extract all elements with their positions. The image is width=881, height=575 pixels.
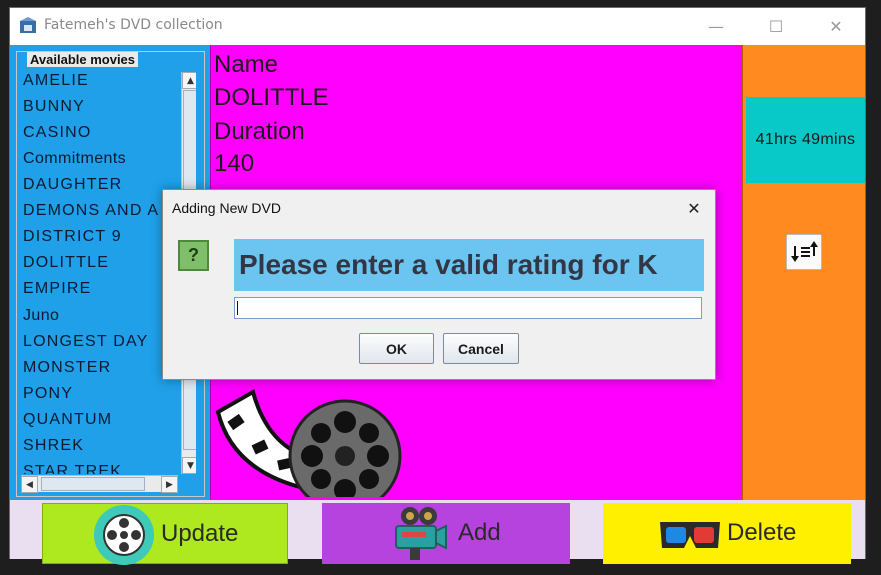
list-item[interactable]: PONY <box>23 385 73 403</box>
list-legend: Available movies <box>27 52 139 67</box>
film-reel-icon <box>94 505 154 565</box>
dialog-close-button[interactable]: ✕ <box>679 195 709 221</box>
text-caret <box>237 301 238 315</box>
list-item[interactable]: MONSTER <box>23 359 111 377</box>
scroll-thumb[interactable] <box>41 477 145 491</box>
total-duration: 41hrs 49mins <box>746 97 865 183</box>
scroll-right-icon[interactable]: ▶ <box>161 476 178 493</box>
dvd-app-icon <box>20 17 36 33</box>
duration-label: Duration <box>214 118 305 145</box>
list-item[interactable]: Juno <box>23 307 59 325</box>
add-dvd-dialog: Adding New DVD ✕ ? Please enter a valid … <box>162 189 716 380</box>
scroll-up-icon[interactable]: ▲ <box>182 72 196 89</box>
scroll-down-icon[interactable]: ▼ <box>182 457 196 474</box>
cancel-button[interactable]: Cancel <box>443 333 519 364</box>
list-item[interactable]: LONGEST DAY <box>23 333 149 351</box>
window-title: Fatemeh's DVD collection <box>44 17 223 33</box>
rating-input[interactable] <box>234 297 702 319</box>
3d-glasses-icon <box>660 522 720 548</box>
list-item[interactable]: Commitments <box>23 150 126 168</box>
delete-label: Delete <box>727 519 797 546</box>
list-item[interactable]: EMPIRE <box>23 280 92 298</box>
list-item[interactable]: BUNNY <box>23 98 85 116</box>
sort-button[interactable] <box>786 234 822 270</box>
list-item[interactable]: SHREK <box>23 437 84 455</box>
add-label: Add <box>458 519 501 546</box>
list-item[interactable]: QUANTUM <box>23 411 112 429</box>
list-item[interactable]: STAR TREK <box>23 463 122 474</box>
update-label: Update <box>161 520 239 547</box>
list-horizontal-scrollbar[interactable]: ◀ ▶ <box>21 475 178 493</box>
list-item[interactable]: DOLITTLE <box>23 254 109 272</box>
question-icon: ? <box>178 240 209 271</box>
list-item[interactable]: CASINO <box>23 124 92 142</box>
add-button[interactable]: Add <box>322 503 570 564</box>
duration-value: 140 <box>214 150 255 177</box>
list-item[interactable]: DAUGHTER <box>23 176 122 194</box>
dialog-title: Adding New DVD <box>172 200 281 216</box>
name-value: DOLITTLE <box>214 84 329 111</box>
name-label: Name <box>214 51 279 78</box>
window-close-button[interactable]: ✕ <box>806 8 866 45</box>
dialog-message: Please enter a valid rating for K <box>234 239 704 291</box>
list-item[interactable]: AMELIE <box>23 72 89 90</box>
sort-icon <box>791 241 818 262</box>
delete-button[interactable]: Delete <box>603 503 851 564</box>
action-bar: Update Add Delete <box>10 500 865 565</box>
movie-camera-icon <box>395 507 447 560</box>
ok-button[interactable]: OK <box>359 333 434 364</box>
maximize-button[interactable]: ☐ <box>746 8 806 45</box>
list-item[interactable]: DISTRICT 9 <box>23 228 122 246</box>
title-bar: Fatemeh's DVD collection — ☐ ✕ <box>10 8 865 45</box>
summary-panel: 41hrs 49mins <box>742 45 865 500</box>
list-item[interactable]: DEMONS AND A <box>23 202 159 220</box>
update-button[interactable]: Update <box>42 503 288 565</box>
scroll-left-icon[interactable]: ◀ <box>21 476 38 493</box>
film-strip-icon <box>215 388 402 497</box>
minimize-button[interactable]: — <box>686 8 746 45</box>
